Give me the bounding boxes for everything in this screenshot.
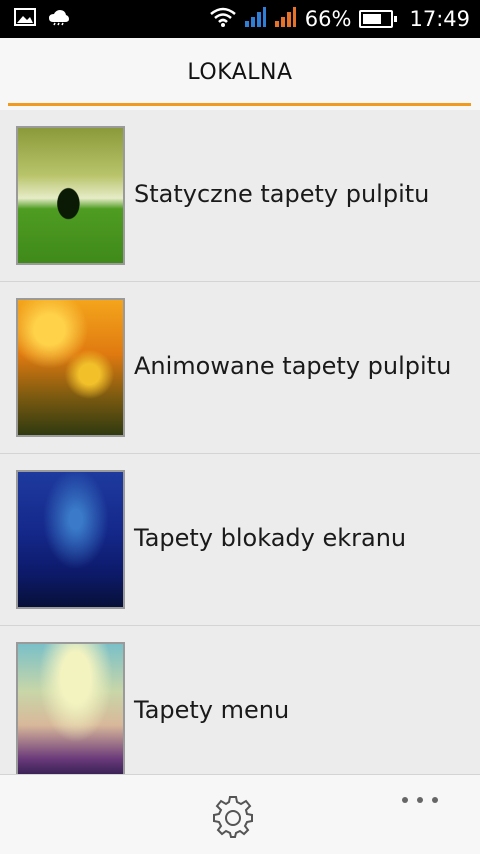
thumbnail-image xyxy=(16,470,125,609)
list-item[interactable]: Animowane tapety pulpitu xyxy=(0,282,480,454)
battery-icon xyxy=(359,10,398,28)
cloud-icon xyxy=(48,8,70,30)
bottom-action-bar xyxy=(0,774,480,854)
list-item-label: Statyczne tapety pulpitu xyxy=(134,180,430,208)
status-bar: 66% 17:49 xyxy=(0,0,480,38)
list-item-label: Tapety blokady ekranu xyxy=(134,524,407,552)
signal-icon-2 xyxy=(273,6,299,32)
more-options-button[interactable] xyxy=(396,787,444,815)
wifi-icon xyxy=(209,6,237,32)
list-item-label: Animowane tapety pulpitu xyxy=(134,352,452,380)
list-item[interactable]: Tapety blokady ekranu xyxy=(0,454,480,626)
tab-lokalna[interactable]: LOKALNA xyxy=(0,60,480,85)
wallpaper-category-list: Statyczne tapety pulpitu Animowane tapet… xyxy=(0,110,480,798)
gallery-icon xyxy=(14,8,36,30)
thumbnail-image xyxy=(16,642,125,781)
list-item[interactable]: Tapety menu xyxy=(0,626,480,798)
list-item-label: Tapety menu xyxy=(134,696,290,724)
battery-fill xyxy=(363,14,381,24)
list-item[interactable]: Statyczne tapety pulpitu xyxy=(0,110,480,282)
settings-button[interactable] xyxy=(211,795,255,839)
tab-indicator xyxy=(8,103,471,106)
app-header: LOKALNA xyxy=(0,38,480,110)
clock: 17:49 xyxy=(409,7,470,31)
battery-percent: 66% xyxy=(304,7,352,31)
settings-icon xyxy=(211,796,255,843)
thumbnail-image xyxy=(16,298,125,437)
signal-icon xyxy=(243,6,267,32)
thumbnail-image xyxy=(16,126,125,265)
